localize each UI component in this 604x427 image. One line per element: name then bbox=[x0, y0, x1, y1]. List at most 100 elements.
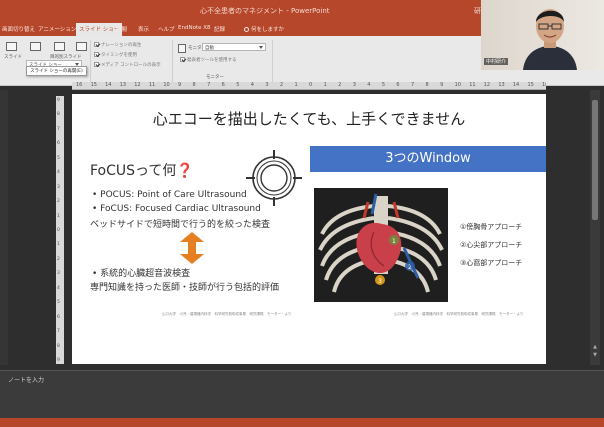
tab-help[interactable]: ヘルプ bbox=[158, 25, 175, 33]
ruler-tick-label: 9 bbox=[440, 82, 444, 88]
ruler-tick-label: 12 bbox=[483, 82, 491, 88]
ruler-tick-label: 5 bbox=[236, 82, 240, 88]
tab-animations[interactable]: アニメーション bbox=[38, 25, 76, 33]
ruler-tick-label: 4 bbox=[57, 285, 60, 291]
ruler-tick-label: 5 bbox=[57, 300, 60, 306]
ruler-tick-label: 3 bbox=[265, 82, 269, 88]
ruler-tick-label: 14 bbox=[512, 82, 520, 88]
ruler-tick-label: 9 bbox=[57, 98, 60, 103]
scrollbar-thumb[interactable] bbox=[592, 100, 598, 220]
ruler-tick-label: 2 bbox=[338, 82, 342, 88]
window-banner[interactable]: 3つのWindow bbox=[310, 146, 546, 172]
ruler-tick-label: 7 bbox=[410, 82, 415, 88]
ruler-tick-label: 13 bbox=[498, 82, 505, 88]
ruler-tick-label: 2 bbox=[57, 256, 60, 262]
focus-question[interactable]: FoCUSって何❓ bbox=[90, 160, 194, 180]
from-current-slide-label: スライド bbox=[4, 55, 22, 60]
ruler-tick-label: 10 bbox=[454, 82, 461, 88]
monitor-select[interactable]: 自動 bbox=[202, 43, 266, 51]
checkbox-media-controls[interactable]: メディア コントロールの表示 bbox=[94, 62, 161, 68]
ruler-tick-label: 4 bbox=[250, 82, 254, 88]
ruler-tick-label: 8 bbox=[57, 112, 60, 118]
thumbnail-pane-collapsed[interactable] bbox=[0, 90, 8, 365]
from-current-slide-icon[interactable] bbox=[6, 42, 17, 51]
ruler-tick-label: 1 bbox=[323, 82, 327, 88]
slide-footer-left: 山口大学 小児・循環器内科学 科学研究費助成事業 研究課題 モーター・より bbox=[162, 312, 292, 316]
slide-canvas[interactable]: 心エコーを描出したくても、上手くできません FoCUSって何❓ • POCUS:… bbox=[72, 94, 546, 364]
ruler-tick-label: 7 bbox=[57, 126, 60, 132]
ruler-tick-label: 9 bbox=[57, 358, 60, 363]
tab-review[interactable]: 校閲 bbox=[116, 25, 127, 33]
dropdown-menu-item[interactable]: スライド ショーの再開(E) bbox=[26, 66, 87, 76]
ruler-tick-label: 15 bbox=[90, 82, 97, 88]
status-bar bbox=[0, 418, 604, 427]
slide-title[interactable]: 心エコーを描出したくても、上手くできません bbox=[72, 108, 546, 129]
ruler-tick-label: 15 bbox=[527, 82, 534, 88]
window-title: 心不全患者のマネジメント - PowerPoint bbox=[200, 7, 330, 15]
monitors-group-label: モニター bbox=[206, 75, 224, 80]
tell-me-label: 何をしますか bbox=[251, 27, 285, 33]
tab-transitions[interactable]: 画面切り替え bbox=[2, 25, 35, 33]
ruler-tick-label: 3 bbox=[352, 82, 356, 88]
ruler-tick-label: 2 bbox=[279, 82, 284, 88]
checkbox-use-timings[interactable]: タイミングを使用 bbox=[94, 52, 137, 58]
ruler-tick-label: 13 bbox=[119, 82, 127, 88]
ruler-tick-label: 8 bbox=[425, 82, 429, 88]
custom-slide-show-icon[interactable] bbox=[54, 42, 65, 51]
ruler-tick-label: 11 bbox=[469, 82, 476, 88]
ruler-tick-label: 16 bbox=[542, 82, 546, 88]
ruler-tick-label: 6 bbox=[221, 82, 225, 88]
ruler-tick-label: 1 bbox=[57, 242, 60, 248]
slide-footer-right: 山口大学 小児・循環器内科学 科学研究費助成事業 研究課題 モーター・より bbox=[394, 312, 524, 316]
chevron-down-icon bbox=[259, 46, 263, 49]
approach-subcostal: ③心窩部アプローチ bbox=[460, 259, 523, 267]
scroll-up-icon[interactable]: ▲ bbox=[592, 344, 598, 350]
webcam-video: 中村研介 bbox=[481, 0, 604, 70]
group-divider bbox=[172, 40, 173, 82]
ruler-tick-label: 6 bbox=[57, 141, 60, 147]
tell-me-box[interactable]: 何をしますか bbox=[244, 25, 284, 33]
ruler-tick-label: 16 bbox=[76, 82, 83, 88]
bedside-description: ベッドサイドで短時間で行う的を絞った検査 bbox=[90, 220, 271, 230]
set-up-slide-show-icon[interactable] bbox=[76, 42, 87, 51]
bullet-systematic-echo: • 系統的心臓超音波検査 bbox=[92, 269, 191, 279]
ruler-tick-label: 1 bbox=[294, 82, 298, 88]
approach-parasternal: ①傍胸骨アプローチ bbox=[460, 223, 523, 231]
tab-record[interactable]: 記録 bbox=[214, 25, 225, 33]
scroll-down-icon[interactable]: ▼ bbox=[592, 352, 598, 358]
heart-label-3: 3 bbox=[378, 278, 382, 285]
checkbox-label: メディア コントロールの表示 bbox=[101, 63, 161, 68]
tab-endnote[interactable]: EndNote X8 bbox=[178, 25, 211, 31]
ruler-tick-label: 5 bbox=[381, 82, 385, 88]
bullet-focus: • FoCUS: Focused Cardiac Ultrasound bbox=[92, 204, 261, 214]
checkbox-box bbox=[94, 42, 99, 47]
notes-placeholder: ノートを入力 bbox=[8, 377, 45, 384]
bullet-pocus: • POCUS: Point of Care Ultrasound bbox=[92, 190, 247, 200]
ruler-tick-label: 7 bbox=[57, 329, 60, 335]
approach-apical: ②心尖部アプローチ bbox=[460, 241, 523, 249]
checkbox-label: タイミングを使用 bbox=[101, 53, 137, 58]
tab-view[interactable]: 表示 bbox=[138, 25, 149, 33]
heart-label-1: 1 bbox=[392, 238, 396, 245]
ultrasound-probe-icon bbox=[246, 150, 302, 206]
vertical-scrollbar[interactable] bbox=[590, 90, 600, 365]
present-online-icon[interactable] bbox=[30, 42, 41, 51]
ruler-tick-label: 14 bbox=[105, 82, 112, 88]
ruler-tick-label: 0 bbox=[57, 228, 60, 233]
checkbox-play-narrations[interactable]: ナレーションの再生 bbox=[94, 42, 141, 48]
group-divider bbox=[272, 40, 273, 82]
horizontal-ruler: 16 15 14 13 12 11 10 9 8 7 6 5 4 3 2 1 0 1 2 3 4 5 6 7 8 9 10 11 12 1… bbox=[72, 82, 546, 90]
chest-heart-illustration[interactable]: 1 2 3 bbox=[314, 188, 448, 302]
monitor-icon bbox=[178, 44, 186, 53]
ruler-tick-label: 8 bbox=[57, 343, 60, 349]
ruler-tick-label: 12 bbox=[134, 82, 141, 88]
ruler-tick-label: 6 bbox=[57, 314, 60, 320]
ruler-tick-label: 11 bbox=[148, 82, 156, 88]
lightbulb-icon bbox=[244, 27, 249, 32]
participant-name: 中村研介 bbox=[484, 58, 509, 65]
focus-question-text: FoCUSって何 bbox=[90, 163, 177, 179]
notes-pane[interactable]: ノートを入力 bbox=[0, 370, 604, 418]
checkbox-presenter-view[interactable]: 発表者ツールを使用する bbox=[180, 57, 237, 63]
up-down-arrow-icon bbox=[180, 232, 204, 264]
ruler-tick-label: 0 bbox=[309, 82, 313, 88]
